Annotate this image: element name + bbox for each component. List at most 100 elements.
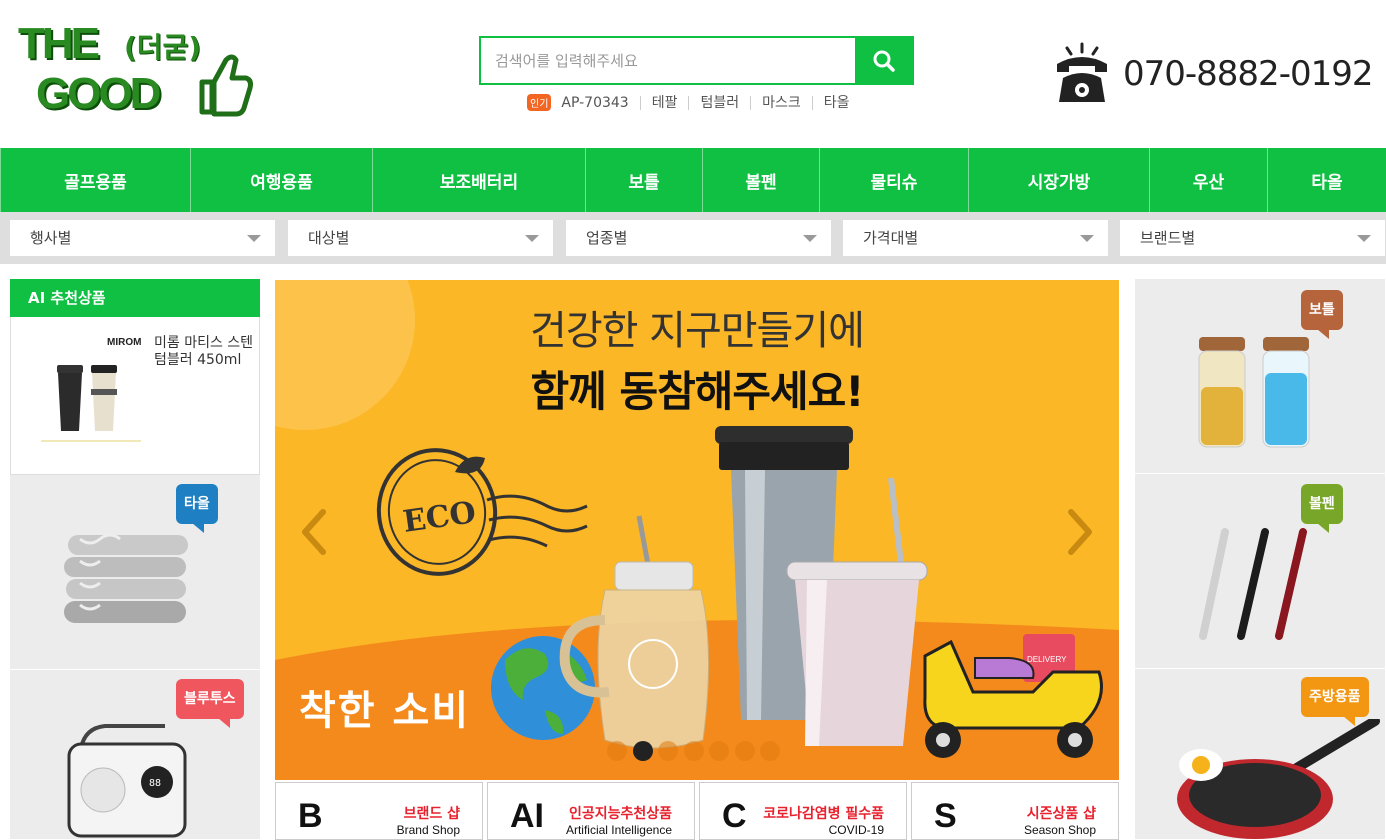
filter-label: 가격대별 [863,229,919,247]
main-banner[interactable]: DELIVERY 건강한 지구만들기에 함께 동참해주세요! ECO 착한 소비 [275,280,1119,780]
tag-label: 타올 [184,496,210,512]
slide-dot[interactable] [658,741,678,761]
shop-subtitle: Brand Shop [396,823,460,837]
nav-item-umbrella[interactable]: 우산 [1150,148,1268,212]
search-input[interactable] [481,38,857,83]
site-logo[interactable]: THE (더굳) GOOD [16,22,256,122]
slide-pagination [607,741,786,761]
slide-dot-active[interactable] [632,741,653,761]
pens-image [1199,528,1307,640]
nav-item-towel[interactable]: 타올 [1268,148,1386,212]
nav-item-bottle[interactable]: 보틀 [586,148,703,212]
filter-label: 대상별 [308,229,350,247]
nav-item-market-bag[interactable]: 시장가방 [969,148,1150,212]
main-category-nav: 골프용품 여행용품 보조배터리 보틀 볼펜 물티슈 시장가방 우산 타올 [0,148,1386,212]
filter-by-target[interactable]: 대상별 [288,220,553,256]
banner-headline-2: 함께 동참해주세요! [530,367,865,416]
category-tile-towel[interactable]: 타올 [10,475,260,670]
nav-item-wet-tissue[interactable]: 물티슈 [820,148,969,212]
nav-item-golf[interactable]: 골프용품 [0,148,191,212]
product-brand-mark: MIROM [107,337,141,348]
chevron-down-icon [525,235,539,242]
search-box [479,36,914,85]
chevron-down-icon [1357,235,1371,242]
shop-letter: S [934,797,957,835]
radio-speaker-image: 88 [67,724,187,838]
tag-label: 볼펜 [1309,496,1335,512]
shop-shortcuts: B 브랜드 샵 Brand Shop AI 인공지능추천상품 Artificia… [275,782,1119,840]
shop-letter: C [722,797,747,835]
banner-prev-button[interactable] [299,508,329,560]
shop-letter: AI [510,797,544,835]
left-column: AI 추천상품 MIROM 미롬 마티스 스텐텀블러 450ml 타올 블루투스 [10,279,260,840]
filter-by-industry[interactable]: 업종별 [566,220,831,256]
slide-dot[interactable] [683,741,704,761]
tag-tail [217,718,230,728]
shop-title: 인공지능추천상품 [568,806,672,822]
category-tile-kitchen[interactable]: 주방용품 [1135,669,1385,840]
scooter-box-label: DELIVERY [1027,655,1067,664]
header: THE (더굳) GOOD 인기 AP-70343 테팔 텀블러 마스크 타올 [0,0,1386,148]
towel-stack-image [64,533,188,623]
chevron-right-icon [1068,509,1092,555]
category-tile-bluetooth[interactable]: 블루투스 88 [10,670,260,840]
shop-subtitle: Season Shop [1023,823,1096,837]
shop-title: 코로나감염병 필수품 [763,806,884,822]
ai-recommend-product[interactable]: MIROM 미롬 마티스 스텐텀블러 450ml [10,317,260,475]
popular-keyword[interactable]: 마스크 [750,95,812,110]
phone-number: 070-8882-0192 [1123,54,1373,94]
phone-contact: 070-8882-0192 [1055,42,1373,106]
nav-item-travel[interactable]: 여행용품 [191,148,373,212]
filter-by-brand[interactable]: 브랜드별 [1120,220,1385,256]
shop-letter: B [298,797,323,835]
category-tile-bottle[interactable]: 보틀 [1135,279,1385,474]
category-tag-bluetooth: 블루투스 [176,679,244,728]
search-button[interactable] [855,38,912,83]
filter-bar: 행사별 대상별 업종별 가격대별 브랜드별 [0,212,1386,264]
popular-keyword[interactable]: 테팔 [639,95,689,110]
category-tag-kitchen: 주방용품 [1301,677,1369,726]
shop-covid[interactable]: C 코로나감염병 필수품 COVID-19 [699,782,907,840]
right-column: 보틀 볼펜 주방용품 [1135,279,1385,840]
tag-label: 블루투스 [184,691,236,707]
filter-label: 브랜드별 [1140,229,1196,247]
category-tag-towel: 타올 [176,484,218,533]
ai-product-name: 미롬 마티스 스텐텀블러 450ml [154,335,254,368]
logo-line2: GOOD [36,69,161,118]
filter-label: 행사별 [30,229,72,247]
popular-keyword[interactable]: 텀블러 [688,95,750,110]
shop-brand[interactable]: B 브랜드 샵 Brand Shop [275,782,483,840]
ai-recommend-title: AI 추천상품 [10,279,260,317]
search-icon [873,50,895,72]
shop-title: 시즌상품 샵 [1026,806,1096,822]
category-tag-pen: 볼펜 [1301,484,1343,533]
tag-tail [1316,523,1329,533]
popular-keyword[interactable]: 타올 [811,95,861,110]
slide-dot[interactable] [760,741,780,761]
svg-text:88: 88 [149,778,161,789]
glass-bottles-image [1198,337,1310,448]
filter-by-event[interactable]: 행사별 [10,220,275,256]
telephone-icon [1057,42,1107,102]
filter-label: 업종별 [586,229,628,247]
nav-item-pen[interactable]: 볼펜 [703,148,820,212]
shop-title: 브랜드 샵 [403,806,460,822]
nav-item-power-bank[interactable]: 보조배터리 [373,148,586,212]
popular-keyword[interactable]: AP-70343 [561,96,639,110]
slide-dot[interactable] [734,741,755,761]
shop-ai[interactable]: AI 인공지능추천상품 Artificial Intelligence [487,782,695,840]
shop-season[interactable]: S 시즌상품 샵 Season Shop [911,782,1119,840]
popular-badge: 인기 [527,94,552,111]
banner-bottom-text: 착한 소비 [299,688,471,734]
banner-next-button[interactable] [1065,508,1095,560]
slide-dot[interactable] [607,741,627,761]
tag-label: 보틀 [1309,302,1335,318]
logo-sub: (더굳) [124,31,202,64]
filter-by-price[interactable]: 가격대별 [843,220,1108,256]
logo-line1: THE [18,19,100,68]
tag-label: 주방용품 [1309,689,1361,705]
chevron-left-icon [302,509,326,555]
category-tag-bottle: 보틀 [1301,290,1343,339]
category-tile-pen[interactable]: 볼펜 [1135,474,1385,669]
slide-dot[interactable] [709,741,729,761]
